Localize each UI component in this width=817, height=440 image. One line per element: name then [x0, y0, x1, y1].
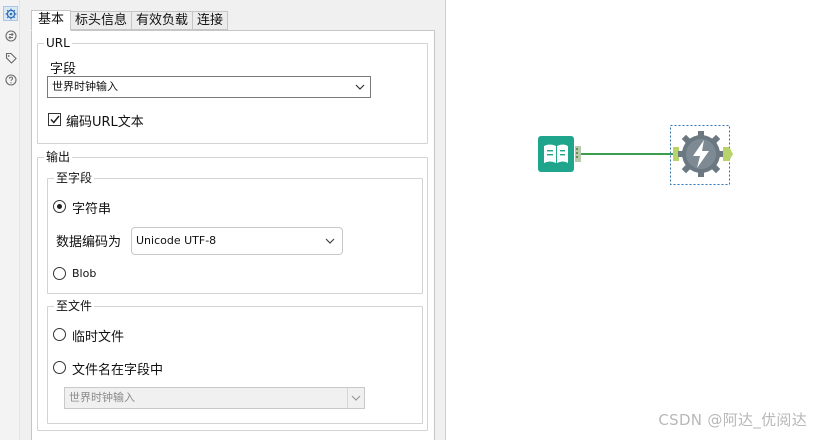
to-field-legend: 至字段	[56, 171, 93, 185]
configuration-gear-icon[interactable]	[3, 6, 18, 21]
tab-headers[interactable]: 标头信息	[71, 11, 133, 30]
blob-radio[interactable]	[53, 267, 66, 280]
radio-selected-dot	[57, 204, 62, 209]
configuration-panel: 基本 标头信息 有效负载 连接 URL 字段 世界时钟输入 编码URL文本 输出…	[20, 0, 446, 440]
chevron-down-icon	[354, 77, 366, 97]
tool-icon-rail	[0, 0, 20, 440]
string-radio[interactable]	[53, 200, 66, 213]
connections-icon[interactable]	[3, 28, 18, 43]
encode-url-checkbox[interactable]	[48, 113, 61, 126]
temp-file-option-label: 临时文件	[72, 330, 125, 345]
field-label: 字段	[50, 62, 77, 77]
help-icon[interactable]	[3, 72, 18, 87]
temp-file-radio[interactable]	[53, 328, 66, 341]
input-tool-node[interactable]	[538, 136, 581, 172]
encoding-dropdown[interactable]: Unicode UTF-8	[131, 227, 343, 255]
output-group-legend: 输出	[46, 150, 71, 164]
tab-bar: 基本 标头信息 有效负载 连接	[31, 10, 229, 31]
filename-field-value: 世界时钟输入	[69, 391, 135, 404]
encode-url-label: 编码URL文本	[66, 115, 144, 130]
blob-option-label: Blob	[72, 267, 97, 280]
tab-payload[interactable]: 有效负载	[132, 11, 194, 30]
url-field-dropdown[interactable]: 世界时钟输入	[47, 76, 371, 98]
string-option-label: 字符串	[72, 202, 112, 217]
tab-connection[interactable]: 连接	[193, 11, 229, 30]
watermark-text: CSDN @阿达_优阅达	[658, 411, 807, 429]
chevron-down-icon	[324, 228, 336, 254]
to-file-legend: 至文件	[56, 299, 93, 313]
encoding-value: Unicode UTF-8	[136, 234, 217, 247]
workflow-diagram	[538, 125, 734, 185]
chevron-down-icon	[347, 388, 364, 408]
filename-in-field-radio[interactable]	[53, 361, 66, 374]
url-field-value: 世界时钟输入	[52, 80, 118, 93]
workflow-canvas[interactable]: CSDN @阿达_优阅达	[447, 0, 817, 440]
book-icon	[544, 144, 568, 163]
filename-field-dropdown[interactable]: 世界时钟输入	[64, 387, 365, 409]
url-group-legend: URL	[46, 36, 70, 50]
encoding-label: 数据编码为	[56, 235, 122, 250]
tab-basic[interactable]: 基本	[31, 10, 72, 31]
filename-in-field-option-label: 文件名在字段中	[72, 363, 164, 378]
download-tool-node[interactable]	[670, 125, 734, 185]
tab-content-basic: URL 字段 世界时钟输入 编码URL文本 输出 至字段 字符串 数据编码为 U…	[31, 30, 435, 440]
download-tool-output-anchor[interactable]	[723, 147, 733, 161]
tag-icon[interactable]	[3, 50, 18, 65]
